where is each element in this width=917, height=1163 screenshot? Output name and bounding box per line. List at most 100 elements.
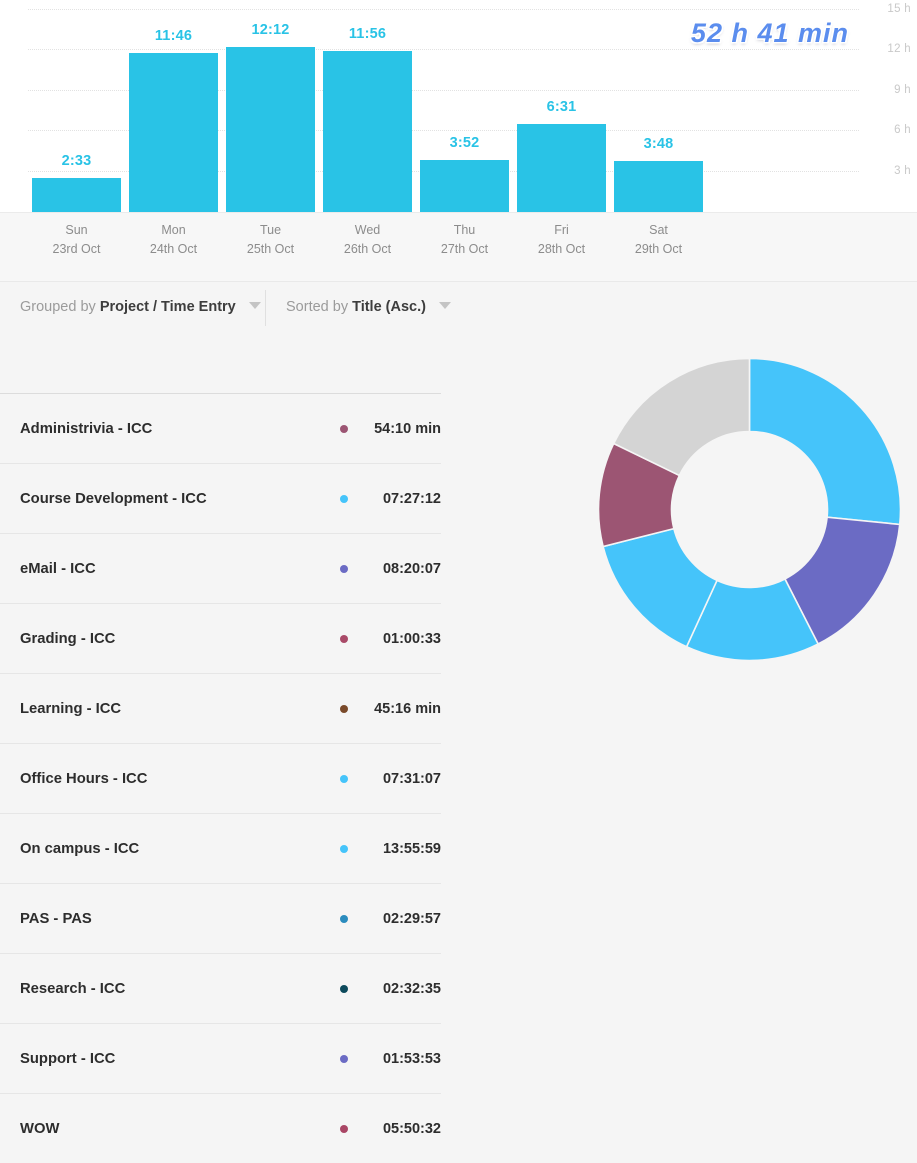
bar-value-label: 6:31 xyxy=(546,98,577,115)
bar-value-label: 3:48 xyxy=(643,135,674,152)
color-dot-icon xyxy=(340,844,348,853)
bar[interactable] xyxy=(323,50,412,212)
sorted-by-value: Title (Asc.) xyxy=(352,299,426,315)
x-axis-date: 23rd Oct xyxy=(52,242,101,256)
x-axis-date: 26th Oct xyxy=(343,242,392,256)
list-item-duration: 13:55:59 xyxy=(382,840,441,857)
x-axis-day: Sun xyxy=(65,223,88,237)
total-time-badge: 52 h 41 min xyxy=(690,18,849,48)
x-axis-day: Tue xyxy=(259,223,282,237)
bar[interactable] xyxy=(129,53,218,212)
bar-column[interactable]: 11:46 xyxy=(125,0,222,212)
x-axis-tick-label: Sun 23rd Oct xyxy=(28,221,125,259)
bar-column[interactable]: 3:52 xyxy=(416,0,513,212)
x-axis-day: Sat xyxy=(649,223,668,237)
sorted-by-prefix: Sorted by xyxy=(286,299,349,315)
bar-value-label: 3:52 xyxy=(449,134,480,151)
list-item[interactable]: Administrivia - ICC 54:10 min xyxy=(0,393,441,463)
x-axis-date: 25th Oct xyxy=(246,242,295,256)
list-item-duration: 01:00:33 xyxy=(382,630,441,647)
list-item-title: On campus - ICC xyxy=(20,840,140,857)
chart-x-axis: Sun 23rd Oct Mon 24th Oct Tue 25th Oct Wed 26th… xyxy=(0,212,917,278)
list-item-duration: 02:32:35 xyxy=(382,980,441,997)
x-axis-date: 27th Oct xyxy=(440,242,489,256)
list-item-duration: 01:53:53 xyxy=(382,1050,441,1067)
list-item[interactable]: eMail - ICC 08:20:07 xyxy=(0,533,441,603)
list-item-duration: 05:50:32 xyxy=(382,1120,441,1137)
x-axis-tick-label: Wed 26th Oct xyxy=(319,221,416,259)
bar-column[interactable]: 2:33 xyxy=(28,0,125,212)
list-item-title: Research - ICC xyxy=(20,980,126,997)
x-axis-tick-label: Fri 28th Oct xyxy=(513,221,610,259)
list-item[interactable]: On campus - ICC 13:55:59 xyxy=(0,813,441,883)
grouped-by-prefix: Grouped by xyxy=(20,299,96,315)
bar-column[interactable]: 6:31 xyxy=(513,0,610,212)
color-dot-icon xyxy=(340,424,348,433)
list-item-title: Learning - ICC xyxy=(20,700,122,717)
list-item-title: Course Development - ICC xyxy=(20,490,207,507)
y-axis-tick-label: 3 h xyxy=(894,164,911,177)
list-item[interactable]: Learning - ICC 45:16 min xyxy=(0,673,441,743)
bar-column[interactable]: 11:56 xyxy=(319,0,416,212)
x-axis-day: Fri xyxy=(554,223,569,237)
list-item[interactable]: WOW 05:50:32 xyxy=(0,1093,441,1163)
controls-divider xyxy=(265,290,266,326)
list-item-duration: 02:29:57 xyxy=(382,910,441,927)
y-axis-tick-label: 9 h xyxy=(894,83,911,96)
list-item-duration: 08:20:07 xyxy=(382,560,441,577)
list-item-title: WOW xyxy=(20,1120,60,1137)
grouped-by-value: Project / Time Entry xyxy=(99,299,236,315)
color-dot-icon xyxy=(340,494,348,503)
y-axis-tick-label: 15 h xyxy=(887,2,911,15)
bar-value-label: 2:33 xyxy=(61,152,92,169)
list-controls: Grouped by Project / Time Entry Sorted b… xyxy=(0,282,917,340)
bar-value-label: 11:56 xyxy=(348,25,387,42)
color-dot-icon xyxy=(340,1124,348,1133)
donut-segment[interactable] xyxy=(748,357,902,526)
color-dot-icon xyxy=(340,774,348,783)
list-item-title: Administrivia - ICC xyxy=(20,420,153,437)
bar[interactable] xyxy=(614,160,703,212)
project-distribution-donut xyxy=(597,357,902,662)
list-item-duration: 54:10 min xyxy=(374,420,441,437)
bar[interactable] xyxy=(32,177,121,212)
y-axis-tick-label: 6 h xyxy=(894,124,911,136)
chevron-down-icon xyxy=(248,302,261,309)
list-item[interactable]: Course Development - ICC 07:27:12 xyxy=(0,463,441,533)
list-item[interactable]: PAS - PAS 02:29:57 xyxy=(0,883,441,953)
color-dot-icon xyxy=(340,564,348,573)
color-dot-icon xyxy=(340,914,348,923)
bar[interactable] xyxy=(226,47,315,212)
time-entry-list: Administrivia - ICC 54:10 min Course Devel… xyxy=(0,393,441,1163)
color-dot-icon xyxy=(340,1054,348,1063)
color-dot-icon xyxy=(340,634,348,643)
list-item[interactable]: Support - ICC 01:53:53 xyxy=(0,1023,441,1093)
x-axis-tick-label: Thu 27th Oct xyxy=(416,221,513,259)
x-axis-tick-label: Sat 29th Oct xyxy=(610,221,707,259)
y-axis-tick-label: 12 h xyxy=(887,43,911,55)
bar-column[interactable]: 12:12 xyxy=(222,0,319,212)
color-dot-icon xyxy=(340,984,348,993)
list-item-duration: 45:16 min xyxy=(374,700,441,717)
sorted-by-dropdown[interactable]: Sorted by Title (Asc.) xyxy=(286,299,451,315)
list-item[interactable]: Grading - ICC 01:00:33 xyxy=(0,603,441,673)
color-dot-icon xyxy=(340,704,348,713)
x-axis-date: 28th Oct xyxy=(537,242,586,256)
x-axis-tick-label: Tue 25th Oct xyxy=(222,221,319,259)
list-item[interactable]: Research - ICC 02:32:35 xyxy=(0,953,441,1023)
list-item-title: Office Hours - ICC xyxy=(20,770,148,787)
chevron-down-icon xyxy=(439,302,451,309)
bar-value-label: 12:12 xyxy=(251,22,290,39)
list-item-title: Support - ICC xyxy=(20,1050,116,1067)
list-item[interactable]: Office Hours - ICC 07:31:07 xyxy=(0,743,441,813)
x-axis-date: 29th Oct xyxy=(634,242,683,256)
weekly-bar-chart: 15 h 12 h 9 h 6 h 3 h 2:33 11:46 12:12 11:56 3:5… xyxy=(0,0,917,212)
x-axis-tick-label: Mon 24th Oct xyxy=(125,221,222,259)
list-item-title: PAS - PAS xyxy=(20,910,92,927)
bar[interactable] xyxy=(517,123,606,212)
list-item-title: eMail - ICC xyxy=(20,560,96,577)
grouped-by-dropdown[interactable]: Grouped by Project / Time Entry xyxy=(20,299,261,315)
bar[interactable] xyxy=(420,159,509,212)
x-axis-day: Wed xyxy=(354,223,381,237)
x-axis-date: 24th Oct xyxy=(149,242,198,256)
